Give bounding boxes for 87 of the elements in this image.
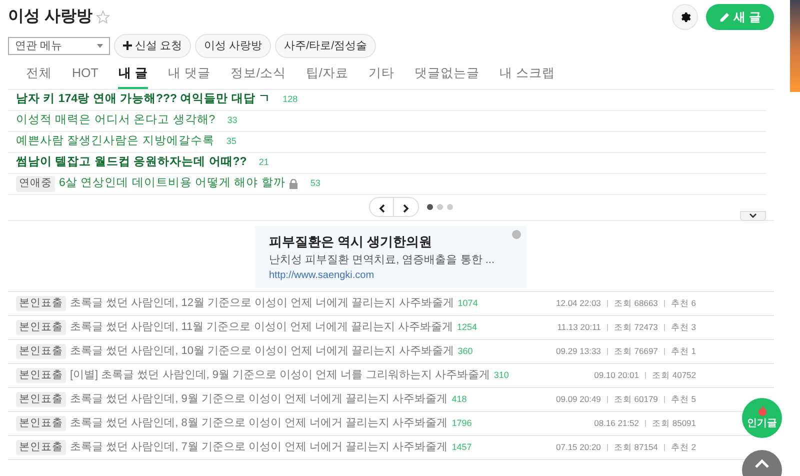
- chevron-right-icon: [403, 204, 409, 213]
- post-date: 09.10 20:01: [594, 369, 639, 382]
- comment-count: 128: [282, 93, 298, 106]
- comment-count: 1074: [458, 296, 478, 310]
- post-title-link[interactable]: 초록글 썼던 사람인데, 7월 기준으로 이성이 언제 너에거 끌리는지 사주봐줄게: [70, 439, 448, 456]
- ad-text: 난치성 피부질환 면역치료, 염증배출을 통한 ...: [269, 252, 496, 267]
- post-title-link[interactable]: 초록글 썼던 사람인데, 12월 기준으로 이성이 언제 너에게 끌리는지 사주봐줄게: [70, 295, 454, 312]
- ad-title: 피부질환은 역시 생기한의원: [269, 234, 434, 251]
- like-count: 추천 6: [670, 297, 696, 310]
- ad-banner[interactable]: 피부질환은 역시 생기한의원 난치성 피부질환 면역치료, 염증배출을 통한 ... http://www.saengki.com: [255, 226, 527, 288]
- collapse-button[interactable]: [740, 210, 766, 221]
- post-title-link[interactable]: 초록글 썼던 사람인데, 11월 기준으로 이성이 언제 너에게 끌리는지 사주봐줄게: [70, 319, 453, 336]
- settings-icon: [678, 11, 691, 23]
- post-date: 07.15 20:20: [556, 441, 601, 454]
- view-count: 조회 68663: [614, 297, 658, 310]
- chevron-left-icon: [378, 204, 384, 213]
- caret-icon: [97, 44, 103, 48]
- ad-link[interactable]: http://www.saengki.com: [269, 268, 513, 282]
- category-tab[interactable]: HOT: [72, 62, 98, 89]
- post-title-link[interactable]: 초록글 썼던 사람인데, 8월 기준으로 이성이 언제 너에거 끌리는지 사주봐줄게: [70, 415, 448, 432]
- view-count: 조회 87154: [614, 441, 658, 454]
- comment-count: 53: [310, 177, 320, 190]
- pencil-icon: [718, 12, 730, 22]
- like-count: 추천 1: [670, 345, 696, 358]
- chevron-up-icon: [755, 459, 769, 468]
- page-dot[interactable]: [427, 204, 433, 210]
- comment-count: 21: [258, 156, 269, 169]
- post-title-link[interactable]: 예쁜사람 잘생긴사람은 지방에갈수록: [16, 133, 214, 150]
- plus-icon: [123, 41, 132, 50]
- comment-count: 310: [494, 368, 509, 382]
- category-tab[interactable]: 팁/자료: [306, 62, 348, 89]
- category-tab[interactable]: 댓글없는글: [414, 62, 480, 89]
- post-tag: 본인표출: [16, 320, 66, 336]
- category-tab[interactable]: 내 스크랩: [499, 62, 555, 89]
- page-dot[interactable]: [437, 204, 443, 210]
- post-tag: 본인표출: [16, 416, 66, 432]
- post-title-link[interactable]: 남자 키 174랑 연애 가능해??? 여익들만 대답 ㄱ: [16, 91, 271, 108]
- post-title-link[interactable]: 썸남이 텔잡고 월드컵 응원하자는데 어때??: [16, 154, 247, 172]
- view-count: 조회 72473: [614, 321, 658, 334]
- category-tab[interactable]: 정보/소식: [230, 62, 286, 89]
- view-count: 조회 85091: [652, 417, 696, 430]
- comment-count: 35: [226, 135, 236, 148]
- flame-icon: [758, 405, 766, 416]
- category-tab[interactable]: 기타: [368, 62, 394, 89]
- comment-count: 1254: [456, 320, 478, 334]
- post-date: 09.29 13:33: [556, 345, 601, 358]
- post-tag: 본인표출: [16, 392, 66, 408]
- post-title-link[interactable]: 초록글 썼던 사람인데, 9월 기준으로 이성이 언제 너에게 끌리는지 사주봐줄게: [70, 391, 448, 408]
- post-date: 09.09 20:49: [556, 393, 601, 406]
- post-date: 08.16 21:52: [594, 417, 639, 430]
- category-tab[interactable]: 전체: [26, 62, 52, 89]
- settings-button[interactable]: [672, 4, 698, 30]
- board-title: 이성 사랑방: [8, 7, 92, 27]
- comment-count: 1796: [452, 416, 472, 430]
- view-count: 조회 40752: [652, 369, 696, 382]
- like-count: 추천 2: [670, 441, 696, 454]
- post-title-link[interactable]: [이별] 초록글 썼던 사람인데, 9월 기준으로 이성이 언제 너를 그리워하는지 사주봐줄게: [70, 367, 490, 384]
- related-menu-dropdown[interactable]: 연관 메뉴: [8, 37, 110, 55]
- category-tab[interactable]: 내 댓글: [168, 62, 210, 89]
- like-count: 추천 3: [670, 321, 696, 334]
- view-count: 조회 76697: [614, 345, 658, 358]
- menu-chip-button[interactable]: 신설 요청: [114, 34, 192, 58]
- post-title-link[interactable]: 이성적 매력은 어디서 온다고 생각해?: [16, 112, 216, 130]
- new-post-button[interactable]: 새 글: [706, 4, 774, 30]
- post-date: 11.13 20:11: [557, 321, 601, 334]
- menu-chip-button[interactable]: 사주/타로/점성술: [275, 34, 376, 58]
- post-tag: 본인표출: [16, 296, 66, 312]
- category-tab[interactable]: 내 글: [118, 62, 148, 89]
- comment-count: 418: [452, 392, 467, 406]
- star-icon[interactable]: [96, 10, 110, 24]
- post-tag: 본인표출: [16, 368, 66, 384]
- menu-chip-button[interactable]: 이성 사랑방: [195, 34, 272, 58]
- comment-count: 33: [227, 114, 238, 127]
- post-title-link[interactable]: 초록글 썼던 사람인데, 10월 기준으로 이성이 언제 너에게 끌리는지 사주봐줄게: [70, 343, 454, 360]
- post-tag: 본인표출: [16, 344, 66, 360]
- post-date: 12.04 22:03: [556, 297, 601, 310]
- chevron-down-icon: [749, 213, 757, 218]
- view-count: 조회 60179: [614, 393, 658, 406]
- previous-button[interactable]: [370, 198, 394, 216]
- like-count: 추천 5: [670, 393, 696, 406]
- comment-count: 1457: [452, 440, 472, 454]
- post-tag: 연애중: [16, 176, 55, 192]
- comment-count: 360: [458, 344, 473, 358]
- post-tag: 본인표출: [16, 440, 66, 456]
- page-dot[interactable]: [447, 204, 453, 210]
- popular-posts-button[interactable]: 인기글: [742, 398, 782, 438]
- post-title-link[interactable]: 6살 연상인데 데이트비용 어떻게 해야 할까: [59, 175, 286, 192]
